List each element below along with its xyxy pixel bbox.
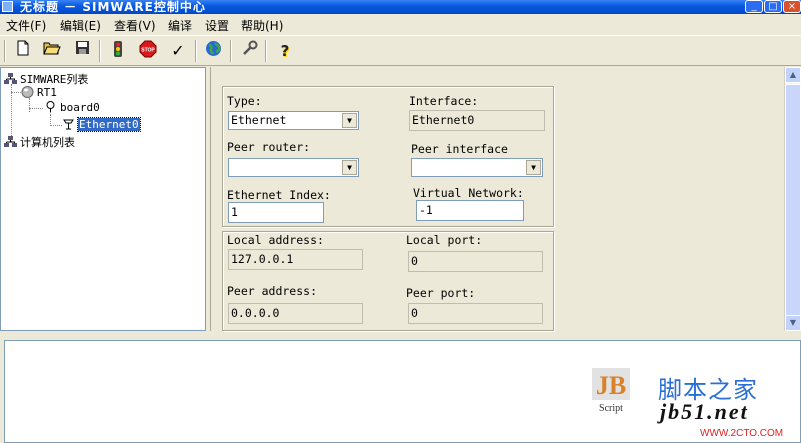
ethernet-port-icon	[62, 118, 75, 130]
menu-compile[interactable]: 编译	[168, 17, 192, 34]
interface-properties-pane: Type: Ethernet ▼ Interface: Ethernet0 Pe…	[210, 67, 801, 331]
vertical-scrollbar[interactable]: ▲ ▼	[784, 67, 801, 331]
menu-bar: 文件(F) 编辑(E) 查看(V) 编译 设置 帮助(H)	[0, 14, 801, 36]
peer-router-label: Peer router:	[227, 140, 311, 154]
checkmark-icon[interactable]: ✓	[167, 40, 189, 62]
peer-router-select[interactable]: ▼	[228, 158, 359, 177]
menu-edit[interactable]: 编辑(E)	[60, 17, 101, 34]
tree-label: RT1	[37, 86, 57, 99]
wrench-icon[interactable]	[238, 40, 260, 62]
window-title: 无标题 － SIMWARE控制中心	[20, 0, 206, 14]
tree-item-ethernet0[interactable]: Ethernet0	[62, 117, 141, 132]
chevron-down-icon[interactable]: ▼	[342, 113, 357, 128]
tree-item-computer-list[interactable]: 计算机列表	[4, 134, 75, 150]
title-bar: 无标题 － SIMWARE控制中心 _ □ ×	[0, 0, 801, 14]
tree-connector	[29, 108, 43, 109]
toolbar-separator	[99, 40, 101, 62]
stop-sign-text: STOP	[141, 48, 155, 54]
scroll-down-icon[interactable]: ▼	[785, 315, 801, 331]
tree-label-selected: Ethernet0	[77, 117, 141, 132]
watermark-logo-letters: JB	[596, 371, 626, 400]
stop-sign-icon[interactable]: STOP	[137, 40, 159, 62]
chevron-down-icon[interactable]: ▼	[526, 160, 541, 175]
peer-port-field: 0	[408, 303, 543, 324]
menu-file[interactable]: 文件(F)	[6, 17, 46, 34]
ethernet-index-label: Ethernet Index:	[227, 188, 331, 202]
peer-interface-label: Peer interface	[411, 142, 508, 156]
toolbar-separator	[230, 40, 232, 62]
new-file-icon[interactable]	[12, 40, 34, 62]
maximize-button[interactable]: □	[764, 0, 782, 13]
ethernet-index-field[interactable]: 1	[228, 202, 324, 223]
tree-item-simware-list[interactable]: SIMWARE列表	[4, 71, 88, 87]
menu-view[interactable]: 查看(V)	[114, 17, 156, 34]
tree-connector	[50, 125, 62, 126]
help-question-icon[interactable]: ?	[274, 40, 296, 62]
local-port-field: 0	[408, 251, 543, 272]
watermark-site: jb51.net	[660, 399, 749, 424]
virtual-network-field[interactable]: -1	[416, 200, 524, 221]
app-icon	[2, 1, 13, 12]
tree-item-router[interactable]: RT1	[21, 86, 57, 99]
peer-address-field: 0.0.0.0	[228, 303, 363, 324]
router-sphere-icon	[21, 86, 34, 98]
watermark-corner: WWW.2CTO.COM	[700, 428, 784, 439]
globe-icon[interactable]	[202, 40, 224, 62]
network-icon	[4, 136, 17, 148]
tree-connector	[11, 92, 21, 93]
toolbar-separator	[265, 40, 267, 62]
close-button[interactable]: ×	[783, 0, 801, 13]
watermark-logo-caption: Script	[599, 403, 623, 414]
interface-label: Interface:	[409, 94, 479, 108]
toolbar: STOP ✓ ?	[0, 36, 801, 66]
scroll-up-icon[interactable]: ▲	[785, 67, 801, 83]
watermark-logo: JB Script	[590, 366, 632, 414]
save-disk-icon[interactable]	[71, 40, 93, 62]
tree-label: 计算机列表	[20, 136, 75, 149]
interface-field: Ethernet0	[409, 110, 545, 131]
minimize-button[interactable]: _	[745, 0, 763, 13]
board-pin-icon	[44, 101, 57, 113]
toolbar-grip	[4, 40, 6, 62]
open-folder-icon[interactable]	[41, 40, 63, 62]
local-address-field: 127.0.0.1	[228, 249, 363, 270]
local-address-label: Local address:	[227, 233, 324, 247]
local-port-label: Local port:	[406, 233, 483, 247]
peer-interface-select[interactable]: ▼	[411, 158, 543, 177]
device-tree-pane[interactable]: SIMWARE列表 RT1 board0 Ethernet0 计算机列表	[0, 67, 206, 331]
tree-connector	[29, 98, 30, 112]
virtual-network-label: Virtual Network:	[413, 186, 524, 200]
tree-item-board[interactable]: board0	[44, 101, 100, 114]
peer-address-label: Peer address:	[227, 284, 318, 298]
type-label: Type:	[227, 94, 262, 108]
menu-help[interactable]: 帮助(H)	[241, 17, 283, 34]
tree-label: SIMWARE列表	[20, 73, 89, 86]
peer-port-label: Peer port:	[406, 286, 476, 300]
type-select-value: Ethernet	[231, 113, 287, 127]
menu-settings[interactable]: 设置	[205, 17, 229, 34]
tree-label: board0	[60, 101, 100, 114]
chevron-down-icon[interactable]: ▼	[342, 160, 357, 175]
traffic-light-icon[interactable]	[107, 40, 129, 62]
scrollbar-thumb[interactable]	[785, 84, 801, 316]
type-select[interactable]: Ethernet ▼	[228, 111, 359, 130]
toolbar-separator	[195, 40, 197, 62]
